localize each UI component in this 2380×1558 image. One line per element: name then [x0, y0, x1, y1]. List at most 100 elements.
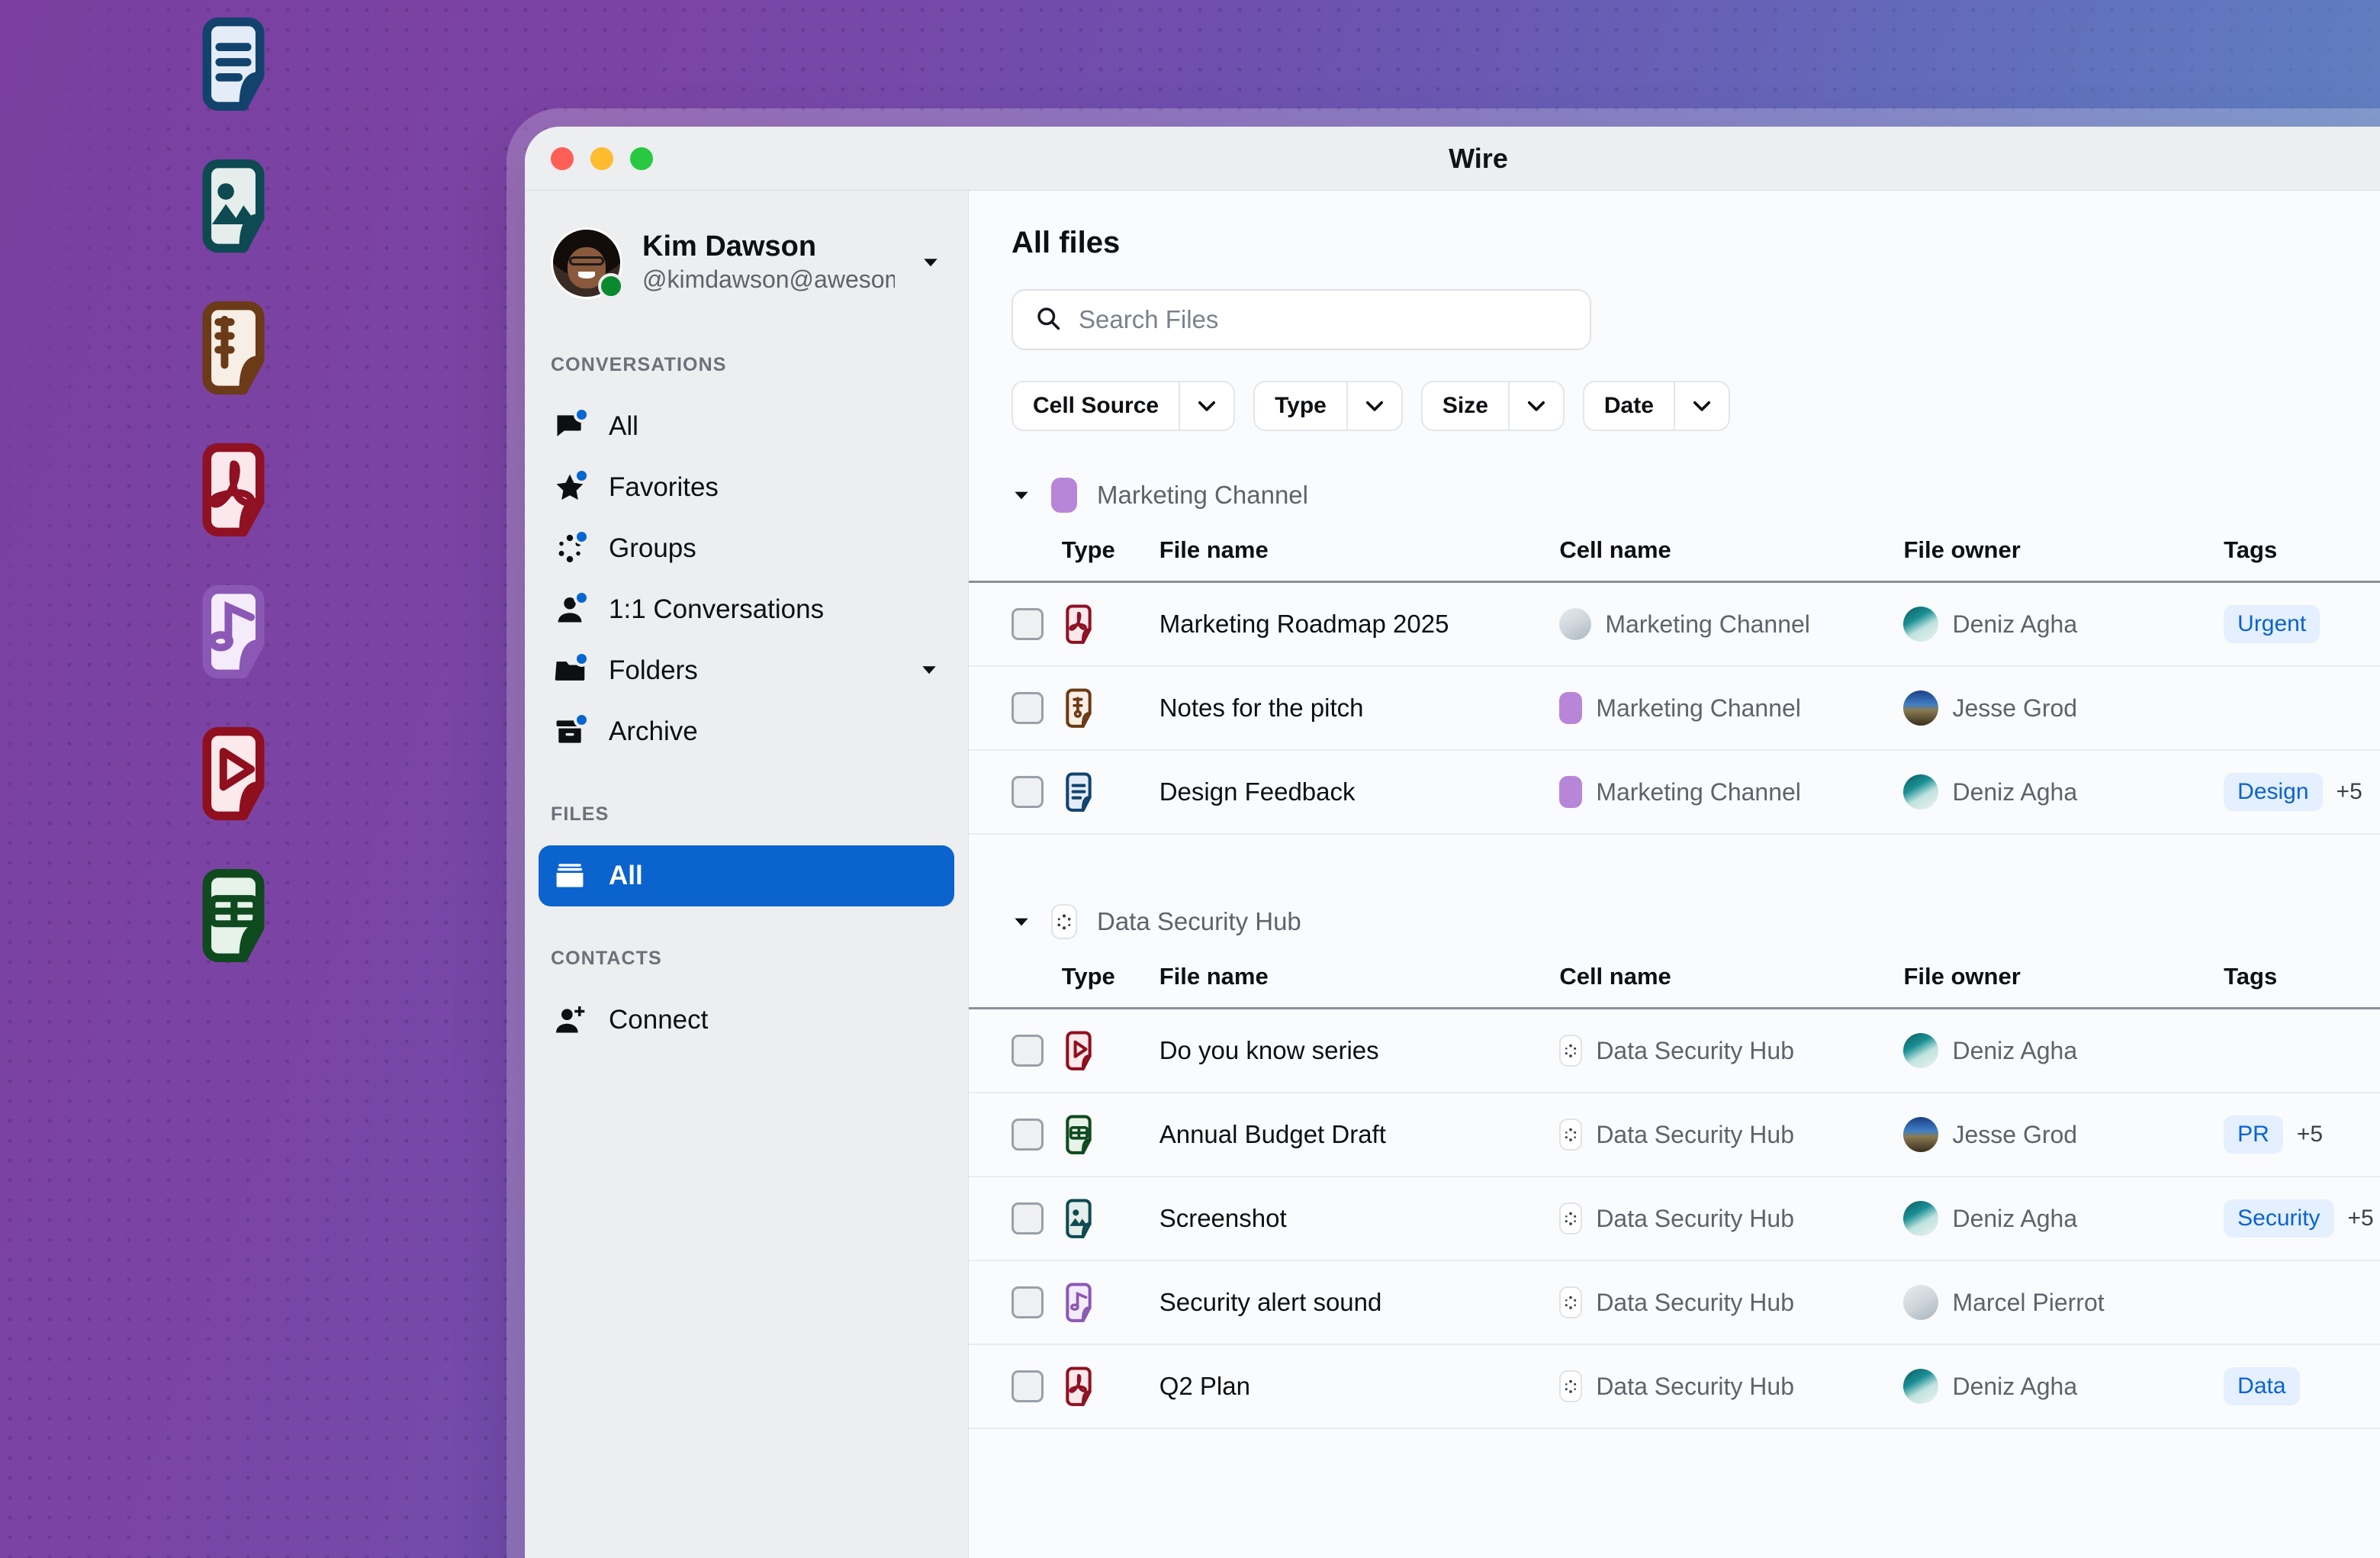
- table-row[interactable]: Marketing Roadmap 2025 Marketing Channel D…: [969, 581, 2380, 667]
- column-header-type: Type: [1061, 963, 1115, 990]
- table-row[interactable]: Do you know series Data Security Hub Deniz…: [969, 1008, 2380, 1093]
- table-row[interactable]: Screenshot Data Security Hub Deniz Agha Sec…: [969, 1177, 2380, 1261]
- file-name-cell[interactable]: Annual Budget Draft: [1159, 1093, 1560, 1177]
- owner-name: Marcel Pierrot: [1952, 1288, 2105, 1316]
- file-name-cell[interactable]: Security alert sound: [1159, 1260, 1560, 1345]
- owner-name: Deniz Agha: [1952, 610, 2078, 638]
- sidebar-item-groups[interactable]: Groups: [539, 518, 954, 579]
- pdf-file-icon: [174, 443, 293, 537]
- tags-overflow-count[interactable]: +5: [2297, 1122, 2323, 1148]
- spreadsheet-file-icon: [1062, 1113, 1159, 1156]
- row-checkbox[interactable]: [1011, 1035, 1044, 1067]
- status-badge[interactable]: Data: [2224, 1367, 2300, 1405]
- tags-overflow-count[interactable]: +5: [2337, 779, 2362, 805]
- tags-overflow-count[interactable]: +5: [2348, 1206, 2374, 1231]
- search-row: [969, 289, 2380, 350]
- row-checkbox[interactable]: [1011, 608, 1044, 640]
- sidebar-item-1-1-conversations[interactable]: 1:1 Conversations: [539, 579, 954, 640]
- search-box[interactable]: [1011, 289, 1591, 350]
- minimize-button[interactable]: [590, 146, 613, 170]
- status-badge[interactable]: Urgent: [2224, 605, 2320, 643]
- table-row[interactable]: Design Feedback Marketing Channel Deniz Ag…: [969, 750, 2380, 835]
- search-input[interactable]: [1079, 305, 1568, 334]
- audio-file-icon: [1062, 1281, 1159, 1324]
- chevron-down-icon[interactable]: [919, 250, 942, 277]
- table-row[interactable]: Annual Budget Draft Data Security Hub Jess…: [969, 1093, 2380, 1177]
- chevron-down-icon[interactable]: [1179, 382, 1233, 430]
- file-groups: Marketing Channel Type File name Cell name F…: [969, 471, 2380, 1429]
- tags-cell: [2224, 1260, 2380, 1345]
- filter-cell-source[interactable]: Cell Source: [1011, 381, 1236, 431]
- file-name-cell[interactable]: Notes for the pitch: [1159, 666, 1560, 751]
- row-checkbox[interactable]: [1011, 692, 1044, 724]
- chevron-down-icon[interactable]: [1346, 382, 1401, 430]
- table-row[interactable]: Security alert sound Data Security Hub Mar…: [969, 1260, 2380, 1345]
- sidebar-item-label: Groups: [609, 533, 696, 563]
- table-row[interactable]: Notes for the pitch Marketing Channel Jess…: [969, 666, 2380, 751]
- table-header-row: Type File name Cell name File owner Tags: [969, 520, 2380, 582]
- file-type-cell: [1061, 666, 1159, 751]
- avatar: [551, 227, 624, 299]
- group-cell-badge: [1051, 904, 1077, 939]
- table-header-row: Type File name Cell name File owner Tags: [969, 946, 2380, 1009]
- chevron-down-icon[interactable]: [918, 658, 941, 684]
- filter-type[interactable]: Type: [1253, 381, 1403, 431]
- file-owner-cell: Deniz Agha: [1903, 581, 2224, 667]
- owner-name: Jesse Grod: [1952, 694, 2078, 722]
- file-table: Type File name Cell name File owner Tags Do y…: [969, 946, 2380, 1429]
- caret-down-icon[interactable]: [1011, 912, 1031, 932]
- file-name-cell[interactable]: Do you know series: [1159, 1008, 1560, 1093]
- app-window: Wire Kim Dawson @kimdawson@awesome CONVE…: [525, 127, 2380, 1558]
- file-type-cell: [1061, 750, 1159, 835]
- status-badge[interactable]: Design: [2224, 773, 2323, 811]
- column-header-file-name: File name: [1159, 536, 1269, 563]
- profile-handle: @kimdawson@awesome: [642, 266, 895, 294]
- file-name-cell[interactable]: Screenshot: [1159, 1177, 1560, 1261]
- sidebar-item-archive[interactable]: Archive: [539, 701, 954, 762]
- cell-name-label: Marketing Channel: [1596, 694, 1801, 722]
- chevron-down-icon[interactable]: [1507, 382, 1563, 430]
- sidebar-item-all[interactable]: All: [539, 396, 954, 457]
- sidebar-item-label: Folders: [609, 655, 698, 685]
- column-header-file-name: File name: [1159, 963, 1269, 990]
- file-group-header[interactable]: Data Security Hub: [969, 897, 2380, 946]
- caret-down-icon[interactable]: [1011, 485, 1031, 505]
- user-profile[interactable]: Kim Dawson @kimdawson@awesome: [525, 227, 968, 299]
- file-name-cell[interactable]: Design Feedback: [1159, 750, 1560, 835]
- file-group-header[interactable]: Marketing Channel: [969, 471, 2380, 520]
- presence-indicator: [598, 273, 624, 299]
- row-checkbox[interactable]: [1011, 776, 1044, 808]
- sidebar-item-favorites[interactable]: Favorites: [539, 457, 954, 518]
- close-button[interactable]: [551, 146, 574, 170]
- file-name-cell[interactable]: Q2 Plan: [1159, 1344, 1560, 1429]
- file-owner-cell: Jesse Grod: [1903, 666, 2224, 751]
- table-row[interactable]: Q2 Plan Data Security Hub Deniz Agha Data: [969, 1344, 2380, 1429]
- chevron-down-icon[interactable]: [1673, 382, 1729, 430]
- notebook-file-icon: [1062, 687, 1159, 729]
- sidebar-item-all[interactable]: All: [539, 845, 954, 906]
- status-badge[interactable]: Security: [2224, 1199, 2334, 1238]
- image-file-icon: [174, 159, 293, 253]
- row-checkbox[interactable]: [1011, 1119, 1044, 1151]
- window-controls: [551, 146, 653, 170]
- file-type-cell: [1061, 1177, 1159, 1261]
- filter-size[interactable]: Size: [1420, 381, 1565, 431]
- owner-name: Deniz Agha: [1952, 1036, 2078, 1064]
- file-name-cell[interactable]: Marketing Roadmap 2025: [1159, 581, 1560, 667]
- sidebar-item-connect[interactable]: Connect: [539, 990, 954, 1051]
- column-header-tags: Tags: [2224, 963, 2278, 990]
- star-icon: [552, 468, 590, 505]
- status-badge[interactable]: PR: [2224, 1115, 2283, 1154]
- owner-avatar: [1903, 1201, 1939, 1236]
- row-checkbox[interactable]: [1011, 1370, 1044, 1402]
- maximize-button[interactable]: [630, 146, 653, 170]
- unread-badge: [574, 529, 590, 545]
- sidebar-item-label: 1:1 Conversations: [609, 594, 825, 624]
- group-cell-badge: [1051, 478, 1077, 513]
- cell-name-cell: Data Security Hub: [1559, 1093, 1904, 1177]
- filter-label: Cell Source: [1033, 393, 1159, 418]
- filter-date[interactable]: Date: [1582, 381, 1730, 431]
- sidebar-item-folders[interactable]: Folders: [539, 640, 954, 701]
- row-checkbox[interactable]: [1011, 1286, 1044, 1318]
- row-checkbox[interactable]: [1011, 1202, 1044, 1234]
